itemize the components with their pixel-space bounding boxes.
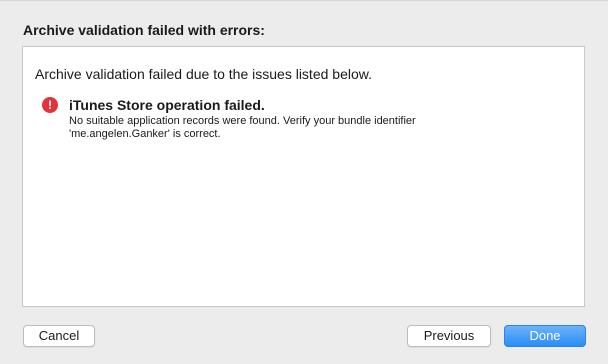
issue-title: iTunes Store operation failed. (69, 97, 265, 113)
issues-intro-text: Archive validation failed due to the iss… (35, 66, 372, 82)
issues-panel: Archive validation failed due to the iss… (22, 46, 585, 307)
sheet-title: Archive validation failed with errors: (23, 22, 265, 38)
cancel-button[interactable]: Cancel (23, 325, 95, 347)
done-button[interactable]: Done (504, 325, 586, 347)
previous-button[interactable]: Previous (407, 325, 491, 347)
validation-sheet: Archive validation failed with errors: A… (0, 0, 608, 364)
issue-detail: No suitable application records were fou… (69, 115, 489, 141)
error-exclamation-icon: ! (42, 97, 58, 113)
issue-detail-line1: No suitable application records were fou… (69, 115, 416, 127)
issue-detail-line2: 'me.angelen.Ganker' is correct. (69, 128, 221, 140)
sheet-top-divider (0, 0, 608, 1)
